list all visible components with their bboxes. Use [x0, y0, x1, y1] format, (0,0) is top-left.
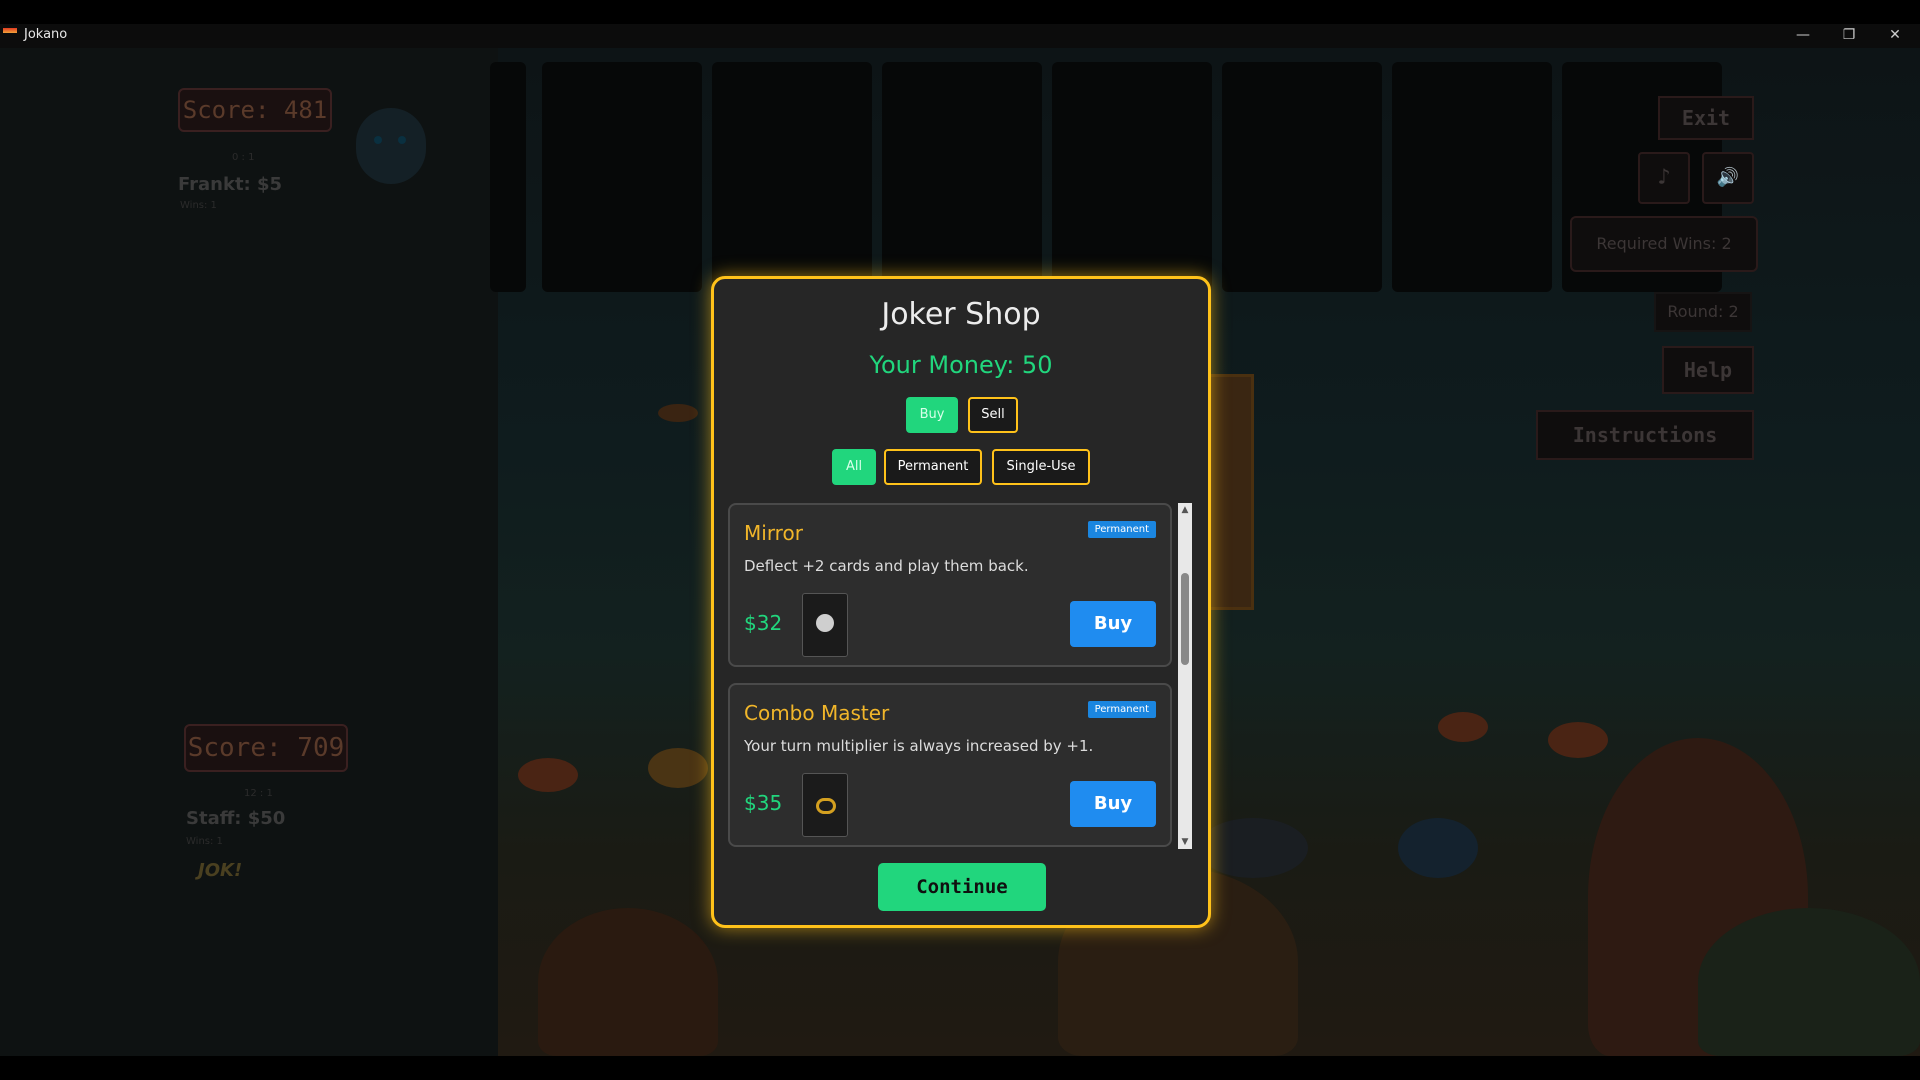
card-slot [882, 62, 1042, 292]
fish-decoration [1398, 818, 1478, 878]
sell-mode-tab[interactable]: Sell [968, 397, 1018, 433]
item-type-badge: Permanent [1087, 701, 1156, 718]
game-area: Score: 481 0 : 1 Frankt: $5 Wins: 1 Scor… [0, 48, 1920, 1056]
filter-all-tab[interactable]: All [832, 449, 876, 485]
screen-bottom-bar [0, 1056, 1920, 1080]
music-icon: ♪ [1657, 165, 1671, 190]
shop-item: Combo Master Permanent Your turn multipl… [728, 683, 1172, 847]
filter-permanent-tab[interactable]: Permanent [884, 449, 982, 485]
required-wins-label: Required Wins: 2 [1570, 216, 1758, 272]
fish-decoration [648, 748, 708, 788]
fish-decoration [518, 758, 578, 792]
coral-decoration [538, 908, 718, 1056]
sound-toggle-button[interactable]: 🔊 [1702, 152, 1754, 204]
window-title: Jokano [24, 27, 68, 42]
player-tag: JOK! [198, 860, 243, 881]
card-slot [1222, 62, 1382, 292]
opponent-record: 0 : 1 [232, 152, 255, 163]
card-slot [712, 62, 872, 292]
shop-scrollbar[interactable]: ▲ ▼ [1178, 503, 1192, 849]
fish-decoration [1438, 712, 1488, 742]
card-slot [1052, 62, 1212, 292]
fish-decoration [1198, 818, 1308, 878]
player-score: Score: 709 [184, 724, 348, 772]
card-slot [1392, 62, 1552, 292]
fish-decoration [1548, 722, 1608, 758]
titlebar-strip [0, 24, 1920, 48]
player-name: Staff: $50 [186, 808, 286, 829]
opponent-avatar [356, 108, 426, 184]
fish-decoration [658, 404, 698, 422]
opponent-score: Score: 481 [178, 88, 332, 132]
player-record: 12 : 1 [244, 788, 273, 799]
continue-button[interactable]: Continue [878, 863, 1046, 911]
opponent-wins: Wins: 1 [180, 200, 217, 211]
money-display: Your Money: 50 [869, 351, 1053, 379]
scroll-up-arrow-icon[interactable]: ▲ [1178, 503, 1192, 517]
shop-item-list[interactable]: Mirror Permanent Deflect +2 cards and pl… [728, 503, 1174, 849]
shop-item: Mirror Permanent Deflect +2 cards and pl… [728, 503, 1172, 667]
avatar-eye [374, 136, 382, 144]
combo-master-card-image [802, 773, 848, 837]
buy-item-button[interactable]: Buy [1070, 781, 1156, 827]
joker-shop-modal: Joker Shop Your Money: 50 Buy Sell All P… [711, 276, 1211, 928]
scroll-thumb[interactable] [1181, 573, 1189, 665]
chain-icon [816, 798, 836, 814]
item-price: $32 [744, 611, 783, 635]
shop-title: Joker Shop [881, 297, 1041, 332]
mirror-card-image [802, 593, 848, 657]
item-description: Deflect +2 cards and play them back. [744, 557, 1029, 575]
item-price: $35 [744, 791, 783, 815]
speaker-icon: 🔊 [1716, 167, 1740, 188]
app-logo-icon [3, 28, 17, 33]
side-card-panel [1208, 374, 1254, 610]
item-description: Your turn multiplier is always increased… [744, 737, 1094, 755]
music-toggle-button[interactable]: ♪ [1638, 152, 1690, 204]
round-label: Round: 2 [1654, 292, 1752, 332]
help-button[interactable]: Help [1662, 346, 1754, 394]
player-side-panel [0, 48, 498, 1056]
avatar-eye [398, 136, 406, 144]
mirror-icon [816, 614, 834, 632]
item-type-badge: Permanent [1087, 521, 1156, 538]
opponent-name: Frankt: $5 [178, 174, 283, 195]
coral-decoration [1698, 908, 1920, 1056]
window-titlebar: Jokano — ❐ ✕ [0, 0, 1920, 48]
buy-item-button[interactable]: Buy [1070, 601, 1156, 647]
exit-button[interactable]: Exit [1658, 96, 1754, 140]
close-button[interactable]: ✕ [1872, 24, 1918, 48]
player-wins: Wins: 1 [186, 836, 223, 847]
scroll-down-arrow-icon[interactable]: ▼ [1178, 835, 1192, 849]
card-slot [542, 62, 702, 292]
buy-mode-tab[interactable]: Buy [906, 397, 958, 433]
card-slot [490, 62, 526, 292]
item-name: Mirror [744, 521, 803, 545]
minimize-button[interactable]: — [1780, 24, 1826, 48]
item-name: Combo Master [744, 701, 890, 725]
restore-button[interactable]: ❐ [1826, 24, 1872, 48]
instructions-button[interactable]: Instructions [1536, 410, 1754, 460]
filter-single-use-tab[interactable]: Single-Use [992, 449, 1090, 485]
